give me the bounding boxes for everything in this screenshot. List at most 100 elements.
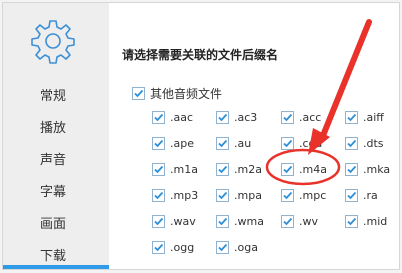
check-icon <box>134 89 144 98</box>
main-panel: 请选择需要关联的文件后缀名 其他音频文件 .aac .ac3 .acc .aif… <box>109 3 399 269</box>
ext-label: .aiff <box>363 111 384 124</box>
checkbox-box[interactable] <box>345 215 358 228</box>
gear-icon <box>31 20 75 64</box>
check-icon <box>218 165 228 174</box>
ext-label: .cda <box>299 137 323 150</box>
ext-checkbox[interactable]: .cda <box>281 137 322 150</box>
check-icon <box>347 113 357 122</box>
checkbox-box[interactable] <box>152 189 165 202</box>
checkbox-box[interactable] <box>345 111 358 124</box>
checkbox-box[interactable] <box>152 241 165 254</box>
check-icon <box>218 217 228 226</box>
settings-window: 常规 播放 声音 字幕 画面 下载 请选择需要关联的文件后缀名 其他音频文件 .… <box>2 2 400 270</box>
ext-label: .mpa <box>234 189 262 202</box>
ext-checkbox[interactable]: .acc <box>281 111 321 124</box>
checkbox-box[interactable] <box>345 189 358 202</box>
ext-checkbox[interactable]: .mpc <box>281 189 326 202</box>
check-icon <box>347 165 357 174</box>
checkbox-box[interactable] <box>281 137 294 150</box>
check-icon <box>218 191 228 200</box>
ext-label: .mka <box>363 163 391 176</box>
ext-label: .ogg <box>170 241 195 254</box>
check-icon <box>218 139 228 148</box>
ext-label: .wav <box>170 215 196 228</box>
checkbox-box[interactable] <box>281 163 294 176</box>
check-icon <box>154 165 164 174</box>
ext-checkbox[interactable]: .wav <box>152 215 196 228</box>
section-title: 请选择需要关联的文件后缀名 <box>122 48 279 62</box>
check-icon <box>283 139 293 148</box>
checkbox-box[interactable] <box>281 111 294 124</box>
check-icon <box>347 191 357 200</box>
ext-label: .mid <box>363 215 388 228</box>
ext-label: .mp3 <box>170 189 199 202</box>
ext-label: .dts <box>363 137 384 150</box>
ext-checkbox[interactable]: .mid <box>345 215 387 228</box>
other-audio-checkbox[interactable]: 其他音频文件 <box>132 85 222 102</box>
ext-label: .m1a <box>170 163 198 176</box>
active-tab-indicator <box>3 265 109 269</box>
ext-checkbox[interactable]: .ape <box>152 137 194 150</box>
ext-checkbox[interactable]: .mp3 <box>152 189 198 202</box>
sidebar-item-general[interactable]: 常规 <box>40 89 66 105</box>
check-icon <box>283 165 293 174</box>
sidebar-item-subtitles[interactable]: 字幕 <box>40 185 66 201</box>
check-icon <box>283 113 293 122</box>
checkbox-box[interactable] <box>152 111 165 124</box>
checkbox-box[interactable] <box>132 87 145 100</box>
check-icon <box>154 139 164 148</box>
ext-label: .wma <box>234 215 264 228</box>
check-icon <box>154 243 164 252</box>
check-icon <box>218 243 228 252</box>
ext-label: .m4a <box>299 163 327 176</box>
ext-label: .oga <box>234 241 258 254</box>
checkbox-box[interactable] <box>281 189 294 202</box>
sidebar-item-picture[interactable]: 画面 <box>40 217 66 233</box>
ext-label: .ape <box>170 137 194 150</box>
check-icon <box>218 113 228 122</box>
ext-label: .ra <box>363 189 378 202</box>
sidebar: 常规 播放 声音 字幕 画面 下载 <box>3 3 109 269</box>
ext-checkbox[interactable]: .aiff <box>345 111 384 124</box>
check-icon <box>283 217 293 226</box>
ext-label: .acc <box>299 111 322 124</box>
checkbox-box[interactable] <box>216 189 229 202</box>
checkbox-box[interactable] <box>216 111 229 124</box>
sidebar-item-playback[interactable]: 播放 <box>40 121 66 137</box>
checkbox-box[interactable] <box>345 137 358 150</box>
ext-checkbox[interactable]: .aac <box>152 111 193 124</box>
checkbox-box[interactable] <box>152 163 165 176</box>
ext-checkbox[interactable]: .ra <box>345 189 378 202</box>
ext-label: .wv <box>299 215 319 228</box>
ext-label: .aac <box>170 111 194 124</box>
ext-checkbox[interactable]: .oga <box>216 241 258 254</box>
checkbox-box[interactable] <box>152 215 165 228</box>
checkbox-box[interactable] <box>216 215 229 228</box>
ext-checkbox[interactable]: .m1a <box>152 163 198 176</box>
sidebar-item-sound[interactable]: 声音 <box>40 153 66 169</box>
checkbox-box[interactable] <box>216 163 229 176</box>
checkbox-box[interactable] <box>345 163 358 176</box>
sidebar-item-download[interactable]: 下载 <box>40 249 66 265</box>
ext-label: .ac3 <box>234 111 258 124</box>
checkbox-box[interactable] <box>152 137 165 150</box>
ext-checkbox[interactable]: .m2a <box>216 163 262 176</box>
ext-checkbox[interactable]: .ogg <box>152 241 194 254</box>
ext-checkbox-m4a[interactable]: .m4a <box>281 163 327 176</box>
ext-checkbox[interactable]: .dts <box>345 137 384 150</box>
ext-label: .au <box>234 137 252 150</box>
ext-label: .m2a <box>234 163 262 176</box>
ext-checkbox[interactable]: .ac3 <box>216 111 257 124</box>
checkbox-box[interactable] <box>216 137 229 150</box>
ext-checkbox[interactable]: .wma <box>216 215 264 228</box>
check-icon <box>283 191 293 200</box>
check-icon <box>347 217 357 226</box>
checkbox-label: 其他音频文件 <box>150 87 223 101</box>
checkbox-box[interactable] <box>216 241 229 254</box>
ext-checkbox[interactable]: .mpa <box>216 189 262 202</box>
checkbox-box[interactable] <box>281 215 294 228</box>
check-icon <box>154 217 164 226</box>
ext-checkbox[interactable]: .au <box>216 137 251 150</box>
ext-checkbox[interactable]: .mka <box>345 163 390 176</box>
ext-checkbox[interactable]: .wv <box>281 215 318 228</box>
